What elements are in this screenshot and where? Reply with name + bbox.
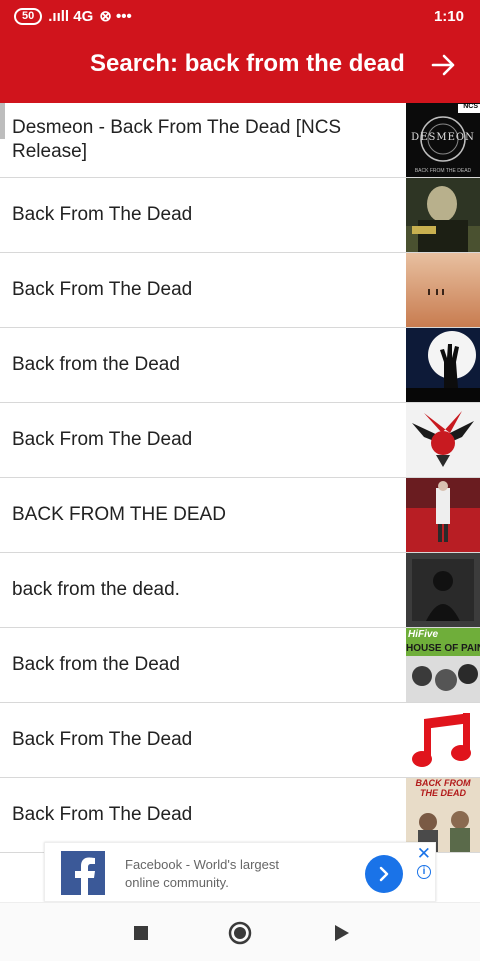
triangle-icon bbox=[335, 925, 349, 941]
selection-indicator bbox=[0, 103, 5, 139]
network-indicator: .ııll 4G bbox=[48, 7, 94, 25]
battery-indicator: 50 bbox=[14, 7, 43, 25]
item-title: Back from the Dead bbox=[12, 354, 180, 375]
item-title: Desmeon - Back From The Dead [NCS Releas… bbox=[12, 117, 342, 162]
navigation-bar bbox=[0, 902, 480, 961]
list-item[interactable]: Desmeon - Back From The Dead [NCS Releas… bbox=[0, 103, 480, 178]
list-item[interactable]: BACK FROM THE DEAD bbox=[0, 478, 480, 553]
ad-open-button[interactable] bbox=[365, 855, 403, 893]
ad-info-icon[interactable]: i bbox=[417, 865, 431, 879]
thumbnail bbox=[406, 703, 480, 777]
thumbnail bbox=[406, 178, 480, 252]
arrow-right-icon[interactable] bbox=[424, 46, 464, 84]
list-item[interactable]: Back From The Dead bbox=[0, 703, 480, 778]
list-item[interactable]: Back From The Dead bbox=[0, 403, 480, 478]
status-left: 50 .ııll 4G ⊗ ••• bbox=[14, 7, 132, 25]
thumb-badge: HiFive bbox=[408, 629, 439, 640]
thumbnail: HiFive HOUSE OF PAIN bbox=[406, 628, 480, 702]
app-header: 50 .ııll 4G ⊗ ••• 1:10 Search: back from… bbox=[0, 0, 480, 103]
status-bar: 50 .ııll 4G ⊗ ••• 1:10 bbox=[0, 0, 480, 32]
thumb-badge: NCS bbox=[463, 103, 478, 110]
ad-close-icon[interactable]: ✕ bbox=[417, 844, 431, 864]
square-icon bbox=[134, 926, 148, 940]
thumb-label: HOUSE OF PAIN bbox=[406, 643, 480, 654]
back-button[interactable] bbox=[327, 919, 355, 947]
thumb-label: BACK FROM THE DEAD bbox=[415, 778, 471, 798]
home-button[interactable] bbox=[226, 919, 254, 947]
list-item[interactable]: Back From The Dead bbox=[0, 178, 480, 253]
ad-text: Facebook - World's largest online commun… bbox=[125, 857, 279, 890]
thumbnail bbox=[406, 253, 480, 327]
clock: 1:10 bbox=[433, 8, 464, 25]
results-list: Desmeon - Back From The Dead [NCS Releas… bbox=[0, 103, 480, 853]
item-title: Back From The Dead bbox=[12, 429, 193, 450]
facebook-logo-icon bbox=[61, 851, 105, 895]
home-circle-icon bbox=[228, 921, 252, 945]
item-title: back from the dead. bbox=[12, 579, 180, 600]
list-item[interactable]: back from the dead. bbox=[0, 553, 480, 628]
thumbnail: BACK FROM THE DEAD bbox=[406, 778, 480, 852]
music-note-icon bbox=[406, 703, 480, 777]
search-title: Search: back from the dead bbox=[90, 50, 405, 77]
item-title: Back From The Dead bbox=[12, 279, 193, 300]
item-title: BACK FROM THE DEAD bbox=[12, 504, 226, 525]
chevron-right-icon bbox=[379, 866, 389, 882]
item-title: Back From The Dead bbox=[12, 729, 193, 750]
thumbnail bbox=[406, 553, 480, 627]
thumbnail bbox=[406, 403, 480, 477]
item-title: Back From The Dead bbox=[12, 804, 193, 825]
list-item[interactable]: Back from the Dead HiFive HOUSE OF PAIN bbox=[0, 628, 480, 703]
recents-button[interactable] bbox=[127, 919, 155, 947]
list-item[interactable]: Back From The Dead bbox=[0, 253, 480, 328]
ad-banner[interactable]: Facebook - World's largest online commun… bbox=[44, 842, 436, 902]
thumb-caption: BACK FROM THE DEAD bbox=[414, 168, 472, 174]
item-title: Back from the Dead bbox=[12, 654, 180, 675]
thumbnail: NCS DESMEON BACK FROM THE DEAD bbox=[406, 103, 480, 177]
status-icons: ⊗ ••• bbox=[99, 8, 132, 25]
thumbnail bbox=[406, 478, 480, 552]
list-item[interactable]: Back from the Dead bbox=[0, 328, 480, 403]
thumbnail bbox=[406, 328, 480, 402]
item-title: Back From The Dead bbox=[12, 204, 193, 225]
thumb-label: DESMEON bbox=[411, 132, 475, 143]
